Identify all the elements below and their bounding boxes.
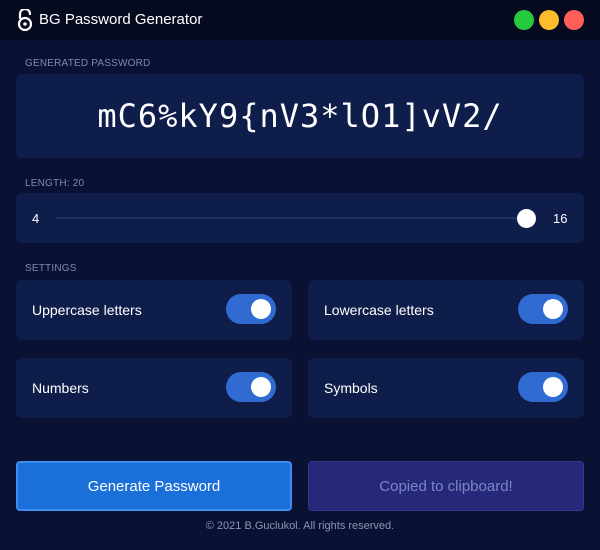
close-button[interactable] [564,10,584,30]
option-lowercase: Lowercase letters [308,280,584,340]
lowercase-toggle[interactable] [518,294,568,324]
slider-track[interactable] [56,217,532,219]
toggle-knob [543,299,563,319]
toggle-knob [251,299,271,319]
password-display[interactable]: mC6%kY9{nV3*lO1]vV2/ [16,74,584,158]
option-label: Uppercase letters [32,302,142,318]
copyright-footer: © 2021 B.Guclukol. All rights reserved. [205,520,395,532]
option-label: Lowercase letters [324,302,434,318]
toggle-knob [543,377,563,397]
symbols-toggle[interactable] [518,372,568,402]
password-text: mC6%kY9{nV3*lO1]vV2/ [97,97,503,135]
minimize-button[interactable] [539,10,559,30]
numbers-toggle[interactable] [226,372,276,402]
slider-thumb[interactable] [517,209,536,228]
generate-password-button[interactable]: Generate Password [16,461,292,511]
password-section-label: GENERATED PASSWORD [25,58,151,69]
uppercase-toggle[interactable] [226,294,276,324]
option-label: Symbols [324,380,378,396]
option-numbers: Numbers [16,358,292,418]
maximize-button[interactable] [514,10,534,30]
length-slider-panel: 4 16 [16,193,584,243]
title-bar: BG Password Generator [0,0,600,40]
option-label: Numbers [32,380,89,396]
slider-max-label: 16 [553,211,568,226]
option-uppercase: Uppercase letters [16,280,292,340]
copy-to-clipboard-button[interactable]: Copied to clipboard! [308,461,584,511]
app-title: BG Password Generator [39,11,203,28]
slider-min-label: 4 [32,211,40,226]
toggle-knob [251,377,271,397]
settings-section-label: SETTINGS [25,263,77,274]
option-symbols: Symbols [308,358,584,418]
lock-open-icon [17,9,33,31]
length-label: LENGTH: 20 [25,178,85,189]
